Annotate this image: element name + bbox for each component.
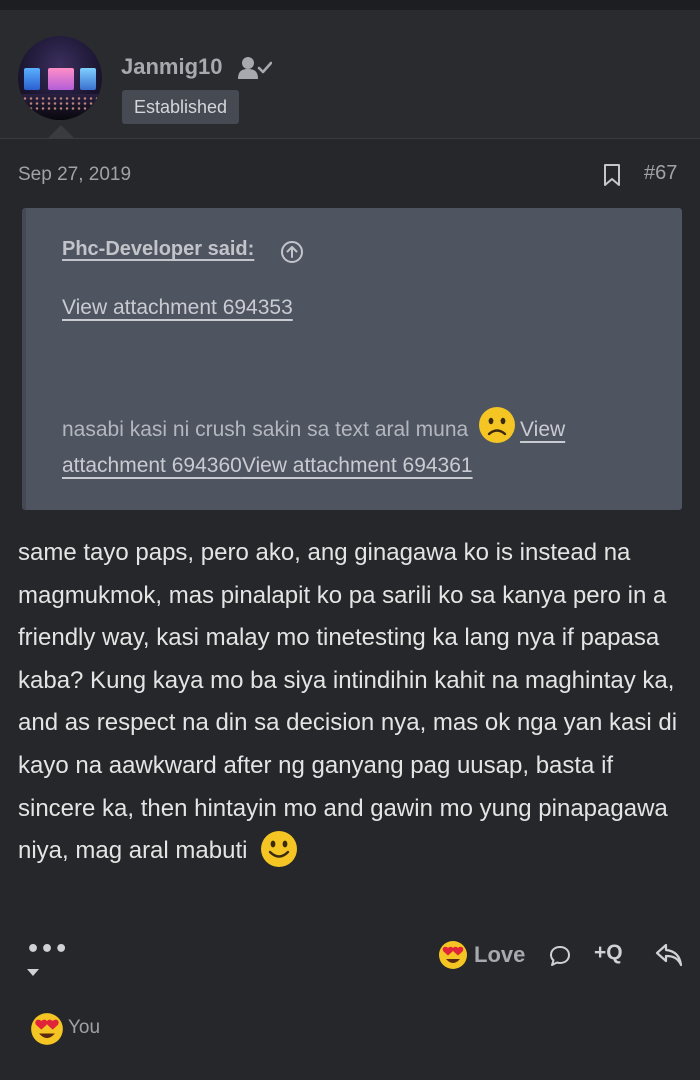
love-label: Love: [474, 942, 526, 967]
more-options-button[interactable]: •••: [26, 937, 76, 976]
attachment-link[interactable]: View: [520, 418, 565, 441]
post-number-link[interactable]: #67: [644, 162, 677, 185]
post-date[interactable]: Sep 27, 2019: [18, 164, 131, 186]
more-dots: •••: [26, 937, 69, 962]
heart-eyes-emoji: [439, 941, 467, 969]
attachment-link[interactable]: attachment 694360: [62, 454, 242, 477]
quote-author-link[interactable]: Phc-Developer said:: [62, 238, 254, 261]
reply-icon[interactable]: [654, 941, 684, 969]
heart-eyes-emoji: [31, 1013, 63, 1045]
arrow-up-circle-icon[interactable]: [280, 240, 304, 264]
quote-block: Phc-Developer said: View attachment 6943…: [22, 208, 682, 510]
comment-icon[interactable]: [548, 944, 572, 968]
avatar[interactable]: [18, 36, 102, 120]
sad-face-emoji: [479, 407, 516, 443]
message-body: same tayo paps, pero ako, ang ginagawa k…: [18, 532, 688, 873]
reactions-label: You: [68, 1017, 101, 1038]
bookmark-icon[interactable]: [602, 163, 622, 187]
header-pointer: [48, 125, 74, 138]
quote-body: nasabi kasi ni crush sakin sa text aral …: [62, 418, 469, 441]
user-check-icon: [238, 57, 272, 79]
message-text: same tayo paps, pero ako, ang ginagawa k…: [18, 539, 678, 865]
post-header: Janmig10 Established: [0, 10, 700, 139]
username-link[interactable]: Janmig10: [121, 54, 223, 80]
chevron-down-icon: [27, 969, 39, 976]
attachment-link[interactable]: View attachment 694361: [242, 454, 473, 477]
multi-quote-button[interactable]: +Q: [594, 941, 623, 965]
attachment-link[interactable]: View attachment 694353: [62, 296, 293, 319]
top-bar: [0, 0, 700, 10]
quote-text: nasabi kasi ni crush sakin sa text aral …: [62, 406, 662, 484]
smile-emoji: [261, 831, 298, 868]
user-title-badge: Established: [122, 90, 240, 124]
